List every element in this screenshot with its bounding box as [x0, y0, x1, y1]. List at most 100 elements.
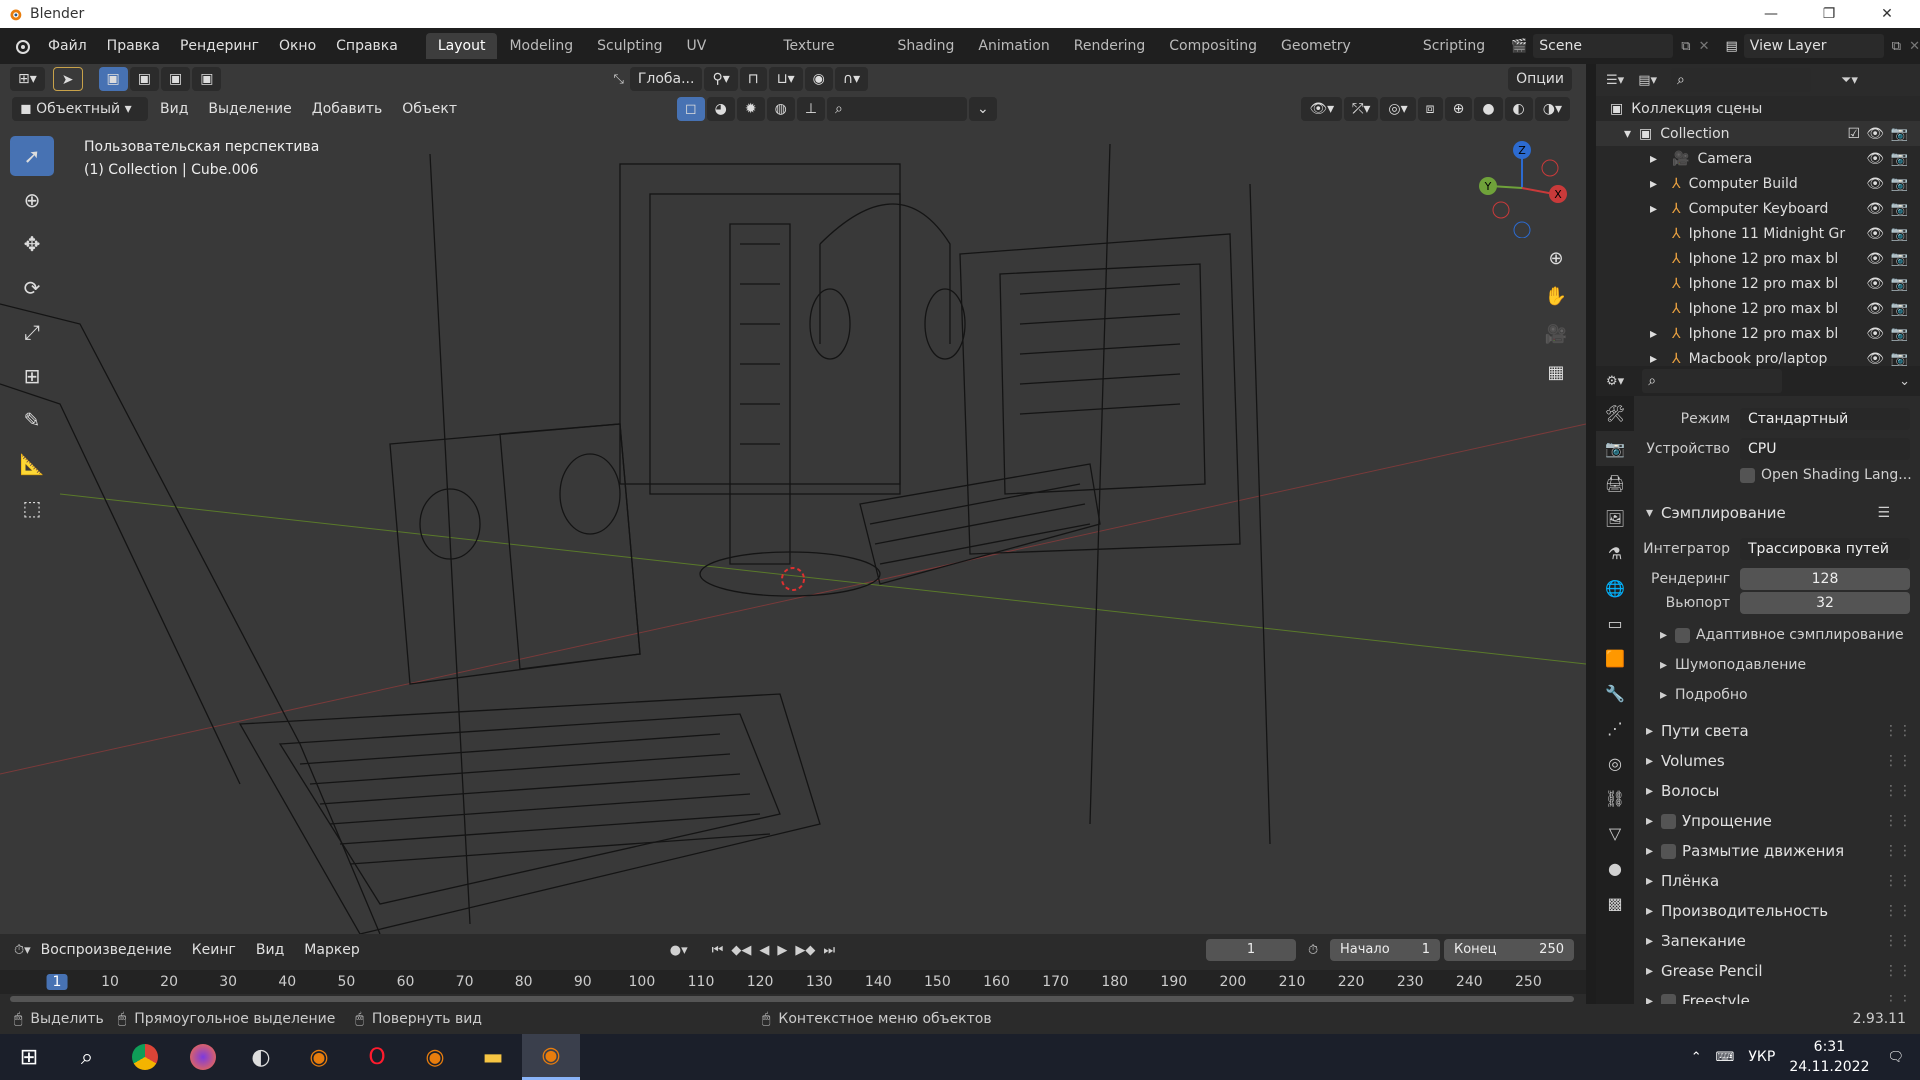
sampling-section[interactable]: ▾ Сэмплирование ☰ [1634, 500, 1920, 526]
render-section[interactable]: ▸ Grease Pencil ⋮⋮ [1634, 958, 1920, 984]
menu-edit[interactable]: Правка [97, 28, 170, 64]
outliner-item[interactable]: ⅄ Iphone 12 pro max bl 👁 📷 [1596, 296, 1920, 321]
chrome-icon[interactable] [116, 1034, 174, 1080]
shading-solid-icon[interactable]: ● [1474, 97, 1503, 121]
render-mode-dropdown[interactable]: Стандартный [1740, 408, 1910, 430]
notifications-icon[interactable]: 🗨 [1887, 1050, 1904, 1065]
interaction-mode-dropdown[interactable]: ◼ Объектный ▾ [12, 97, 148, 121]
move-tool-icon[interactable]: ✥ [10, 224, 54, 264]
start-frame-field[interactable]: Начало 1 [1330, 939, 1440, 961]
data-tab-icon[interactable]: ▽ [1596, 816, 1634, 851]
render-section[interactable]: ▸ Размытие движения ⋮⋮ [1634, 838, 1920, 864]
xray-toggle-icon[interactable]: ⧈ [1417, 97, 1443, 121]
select-new-icon[interactable]: ▣ [98, 67, 128, 91]
select-cursor-icon[interactable]: ➤ [52, 67, 83, 91]
collection-tab-icon[interactable]: ▭ [1596, 606, 1634, 641]
viewport-samples-field[interactable]: 32 [1740, 592, 1910, 614]
timeline-menu-playback[interactable]: Воспроизведение [31, 932, 182, 968]
blender-menu-icon[interactable] [12, 36, 32, 56]
tab-compositing[interactable]: Compositing [1157, 33, 1269, 59]
tab-geometry-nodes[interactable]: Geometry Nodes [1269, 33, 1411, 80]
editor-type-icon[interactable]: ⊞▾ [10, 67, 45, 91]
cursor-tool-icon[interactable]: ⊕ [10, 180, 54, 220]
render-camera-icon[interactable]: 📷 [1891, 326, 1908, 342]
prev-keyframe-icon[interactable]: ◆◀ [731, 943, 751, 958]
firefox-icon[interactable] [174, 1034, 232, 1080]
section-checkbox[interactable] [1661, 843, 1677, 859]
delete-scene-icon[interactable]: ✕ [1699, 39, 1710, 54]
timeline-scrollbar[interactable] [10, 996, 1574, 1002]
exclude-checkbox-icon[interactable]: ☑ [1847, 126, 1860, 142]
play-reverse-icon[interactable]: ◀ [759, 943, 769, 958]
sampling-presets-icon[interactable]: ☰ [1877, 505, 1890, 521]
add-cube-tool-icon[interactable]: ⬚ [10, 488, 54, 528]
integrator-dropdown[interactable]: Трассировка путей [1740, 538, 1910, 560]
output-tab-icon[interactable]: 🖨 [1596, 466, 1634, 501]
drag-handle-icon[interactable]: ⋮⋮ [1884, 873, 1912, 889]
menu-file[interactable]: Файл [38, 28, 97, 64]
tab-sculpting[interactable]: Sculpting [585, 33, 674, 59]
particles-tab-icon[interactable]: ⋰ [1596, 711, 1634, 746]
pivot-point-icon[interactable]: ⚲▾ [704, 67, 738, 91]
eye-icon[interactable]: 👁 [1866, 126, 1884, 142]
overlays-icon[interactable]: ◎▾ [1380, 97, 1416, 121]
eye-icon[interactable]: 👁 [1866, 201, 1884, 217]
world-tab-icon[interactable]: 🌐 [1596, 571, 1634, 606]
tab-shading[interactable]: Shading [886, 33, 967, 59]
search-icon[interactable]: ⌕ [58, 1034, 116, 1080]
viewport-menu-view[interactable]: Вид [150, 91, 198, 127]
new-view-layer-icon[interactable]: ⧉ [1892, 39, 1901, 54]
eye-icon[interactable]: 👁 [1866, 326, 1884, 342]
gizmo-icon[interactable]: ⤱▾ [1344, 97, 1379, 121]
current-frame-field[interactable]: 1 [1206, 939, 1296, 961]
delete-view-layer-icon[interactable]: ✕ [1909, 39, 1920, 54]
select-box-tool-icon[interactable]: ➚ [10, 136, 54, 176]
render-tab-icon[interactable]: 📷 [1596, 431, 1634, 466]
modifier-tab-icon[interactable]: 🔧 [1596, 676, 1634, 711]
filter-dropdown-icon[interactable]: ⌄ [969, 97, 997, 121]
shading-rendered-icon[interactable]: ◑▾ [1534, 97, 1570, 121]
transform-orientation-icon[interactable]: ⤡ [613, 72, 623, 87]
view-layer-tab-icon[interactable]: 🖼 [1596, 501, 1634, 536]
next-keyframe-icon[interactable]: ▶◆ [795, 943, 815, 958]
file-explorer-icon[interactable]: ▬ [464, 1034, 522, 1080]
blender-active-taskbar-icon[interactable]: ◉ [522, 1034, 580, 1080]
timeline-menu-keying[interactable]: Кеинг [182, 932, 246, 968]
render-samples-field[interactable]: 128 [1740, 568, 1910, 590]
expand-arrow-icon[interactable]: ▸ [1650, 176, 1666, 192]
blender-taskbar-icon-2[interactable]: ◉ [406, 1034, 464, 1080]
eye-icon[interactable]: 👁 [1866, 176, 1884, 192]
timeline-menu-view[interactable]: Вид [246, 932, 294, 968]
annotate-tool-icon[interactable]: ✎ [10, 400, 54, 440]
properties-search-input[interactable]: ⌕ [1642, 369, 1783, 393]
menu-render[interactable]: Рендеринг [170, 28, 269, 64]
menu-help[interactable]: Справка [326, 28, 408, 64]
sampling-subsection[interactable]: ▸ Шумоподавление [1634, 652, 1920, 678]
proportional-falloff-icon[interactable]: ∩▾ [834, 67, 869, 91]
visibility-icon[interactable]: 👁▾ [1301, 97, 1343, 121]
timeline-menu-marker[interactable]: Маркер [294, 932, 370, 968]
lights-icon[interactable]: ✹ [736, 97, 765, 121]
object-tab-icon[interactable]: 🟧 [1596, 641, 1634, 676]
ortho-grid-icon[interactable]: ▦ [1540, 356, 1572, 388]
drag-handle-icon[interactable]: ⋮⋮ [1884, 723, 1912, 739]
expand-arrow-icon[interactable]: ▾ [1624, 126, 1631, 142]
outliner-filter-icon[interactable]: ⏷▾ [1841, 73, 1858, 88]
view-layer-icon[interactable]: ▤ [1726, 39, 1738, 54]
select-subtract-icon[interactable]: ▣ [160, 67, 191, 91]
windows-start-icon[interactable]: ⊞ [0, 1034, 58, 1080]
scene-collection-row[interactable]: ▣ Коллекция сцены [1596, 96, 1920, 121]
stopwatch-icon[interactable]: ⏱ [1308, 943, 1318, 958]
camera-type-icon[interactable]: ⊥ [796, 97, 826, 121]
render-camera-icon[interactable]: 📷 [1891, 201, 1908, 217]
outliner-item[interactable]: ⅄ Iphone 12 pro max bl 👁 📷 [1596, 246, 1920, 271]
scale-tool-icon[interactable]: ⤢ [10, 312, 54, 352]
expand-arrow-icon[interactable]: ▸ [1650, 201, 1666, 217]
eye-icon[interactable]: 👁 [1866, 226, 1884, 242]
filter-search-icon[interactable]: ⌕ [827, 97, 968, 121]
transform-orientation-dropdown[interactable]: Глоба... [629, 67, 703, 91]
drag-handle-icon[interactable]: ⋮⋮ [1884, 933, 1912, 949]
measure-tool-icon[interactable]: 📐 [10, 444, 54, 484]
transform-tool-icon[interactable]: ⊞ [10, 356, 54, 396]
render-section[interactable]: ▸ Запекание ⋮⋮ [1634, 928, 1920, 954]
